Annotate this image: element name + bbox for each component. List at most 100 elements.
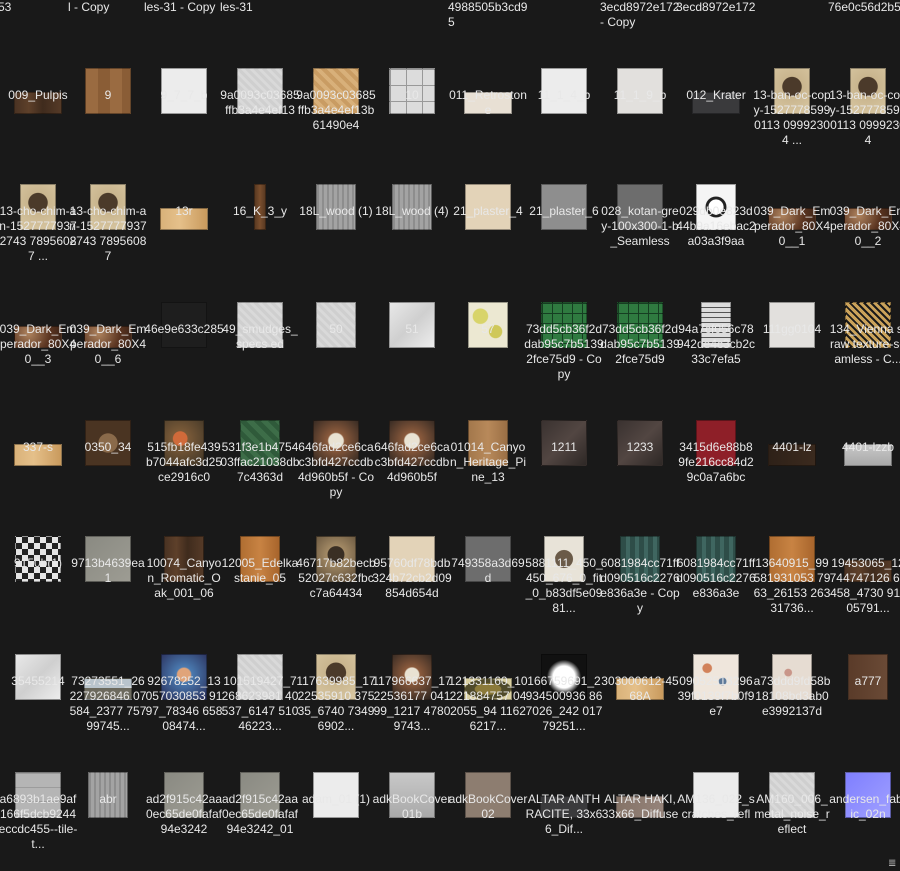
file-item[interactable]: 337-s xyxy=(0,388,76,498)
file-item[interactable]: 46e9e633c285 xyxy=(144,270,224,380)
file-item[interactable]: 73dd5cb36f2ddab95c7b51392fce75d9 xyxy=(600,270,680,380)
partial-file-label[interactable]: 53 xyxy=(0,0,78,15)
file-item[interactable]: 646fad2ce6cac3bfd427ccdb4d960b5f - Copy xyxy=(298,388,374,499)
file-item[interactable]: a6893b1ae9af166f5dcb9244eccdc455--tile-t… xyxy=(0,740,77,851)
file-item[interactable]: 51 xyxy=(374,270,450,380)
file-item[interactable]: 10074_Canyon_Romatic_Oak_001_06 xyxy=(146,504,222,614)
file-item[interactable]: 117966637_1722536177 04199_1217 47809743… xyxy=(372,622,452,733)
file-item[interactable]: 121331160_10221884757 042055_94 11626217… xyxy=(448,622,527,733)
file-item[interactable]: 646fad2ce6cac3bfd427ccdb4d960b5f xyxy=(374,388,450,498)
file-name-label: 3415d6e88b89fe216cc84d29c0a7a6bc xyxy=(678,440,754,484)
file-item[interactable]: 3415d6e88b89fe216cc84d29c0a7a6bc xyxy=(678,388,754,498)
file-item[interactable]: 46717b82becb52027c632fbcc7a64434 xyxy=(296,504,376,614)
file-item[interactable]: 117639985_1722535910 37535_6740 73496902… xyxy=(296,622,376,733)
file-item[interactable]: 9a0093c03685ffb3a4e4ef13b61490e4 xyxy=(296,36,376,146)
file-item[interactable]: 9_7_7_b xyxy=(146,36,222,146)
file-item[interactable]: 303000612-4568A xyxy=(601,622,678,732)
file-name-label: 9 xyxy=(104,88,112,102)
file-item[interactable]: 35455214 xyxy=(0,622,76,732)
file-item[interactable]: 029db0e823d44b9a16ebac2a03a3f9aa xyxy=(676,152,756,262)
file-item[interactable]: 111gg0104 xyxy=(754,270,830,380)
file-item[interactable]: 18L_wood (1) xyxy=(298,152,374,262)
file-item[interactable]: 21_plaster_4 xyxy=(450,152,526,262)
file-item[interactable]: 13-ban-oc-copy-15277785990113 09992304 xyxy=(829,36,900,147)
file-item[interactable]: 13640915_99581931053 7963_26153 26331736… xyxy=(753,504,831,615)
file-item[interactable]: 1211 xyxy=(526,388,602,498)
file-item[interactable]: 49_smudges_specs ed xyxy=(222,270,298,380)
partial-file-label[interactable]: les-31 - Copy xyxy=(144,0,224,15)
file-thumbnail-grid: 53 l - Copy les-31 - Copy les-31 4988505b3cd… xyxy=(0,0,900,871)
file-name-label: ad2f915c42aa0ec65de0fafaf94e3242_01 xyxy=(221,792,299,836)
file-item[interactable]: adam_01 (1) xyxy=(298,740,374,850)
file-item[interactable]: 57 xyxy=(450,270,526,380)
file-item[interactable]: 009_Pulpis xyxy=(0,36,76,146)
file-name-label: abr xyxy=(99,792,117,806)
file-item[interactable]: 92678252_13057030853 9197_78346 65808474… xyxy=(146,622,222,733)
file-item[interactable]: 011_Retrostone xyxy=(449,36,527,146)
file-item[interactable]: 10 xyxy=(374,36,450,146)
file-name-label: 13640915_99581931053 7963_26153 26331736… xyxy=(753,556,831,615)
file-item[interactable]: 19453065_12744747126 65458_4730 91105791… xyxy=(830,504,900,615)
file-item[interactable]: 101519427_7268623981 40537_6147 51046223… xyxy=(222,622,298,733)
file-item[interactable]: 16_K_3_y xyxy=(222,152,298,262)
file-item[interactable]: 028_kotan-grey-100x300-1-b_Seamless xyxy=(601,152,679,262)
file-item[interactable]: ad2f915c42aa0ec65de0fafaf94e3242 xyxy=(146,740,222,850)
file-item[interactable]: AM136_022_scratches_refl xyxy=(677,740,755,850)
file-item[interactable]: 01014_Canyon_Heritage_Pine_13 xyxy=(450,388,526,498)
file-item[interactable]: 531f3e1b475403ffac21038db7c4363d xyxy=(220,388,300,498)
file-item[interactable]: 1233 xyxy=(602,388,678,498)
file-item[interactable]: 039_Dark_Emperador_80X40__6 xyxy=(70,270,147,380)
partial-file-label[interactable]: l - Copy xyxy=(68,0,148,15)
file-item[interactable]: 95760df78bdb324b72cb2d09854d654d xyxy=(372,504,452,614)
file-item[interactable]: 13r xyxy=(146,152,222,262)
file-item[interactable]: 11_1_4_b xyxy=(526,36,602,146)
file-item[interactable]: ALTAR HAKI, 33x66_Diffuse xyxy=(602,740,679,850)
file-item[interactable]: adkBookCover02 xyxy=(449,740,527,850)
file-item[interactable]: 73273551_26227926846 07584_2377 75799745… xyxy=(70,622,147,733)
file-item[interactable]: AM160_006_metal_noise_reflect xyxy=(754,740,830,850)
file-item[interactable]: a777 xyxy=(830,622,900,732)
partial-file-label[interactable]: 76e0c56d2b53 xyxy=(828,0,900,15)
file-item[interactable]: 11_1_9_b xyxy=(602,36,678,146)
file-item[interactable]: 13-ban-oc-copy-15277785990113 09992304 .… xyxy=(753,36,831,147)
file-item[interactable]: 012_Krater xyxy=(678,36,754,146)
file-item[interactable]: 18L_wood (4) xyxy=(374,152,450,262)
file-item[interactable]: 73dd5cb36f2ddab95c7b51392fce75d9 - Copy xyxy=(524,270,604,381)
file-item[interactable]: andersen_fabric_02n xyxy=(829,740,900,850)
file-item[interactable]: 9150b(1) xyxy=(0,504,76,614)
file-item[interactable]: 749358a3d69d xyxy=(450,504,526,614)
file-item[interactable]: 039_Dark_Emperador_80X40__1 xyxy=(754,152,831,262)
file-item[interactable]: 5881111_450_450_676_0_fit_0_b83df5e0981.… xyxy=(525,504,603,615)
file-item[interactable]: 4401-lz xyxy=(754,388,830,498)
file-item[interactable]: 94a7cf056c78942de4c3cb2c33c7efa5 xyxy=(677,270,755,380)
file-item[interactable]: ALTAR ANTHRACITE, 33x66_Dif... xyxy=(526,740,603,850)
file-item[interactable]: 166759691_2934500936 867026_242 01779251… xyxy=(526,622,602,733)
file-item[interactable]: 0350_34 xyxy=(70,388,146,498)
file-item[interactable]: 9713b4639ea1 xyxy=(70,504,146,614)
file-item[interactable]: abr xyxy=(70,740,146,850)
file-item[interactable]: 21_plaster_6 xyxy=(526,152,602,262)
file-name-label: 039_Dark_Emperador_80X40__2 xyxy=(829,204,900,248)
file-item[interactable]: 9 xyxy=(70,36,146,146)
file-item[interactable]: 0905251829639f0139f7b0f9e7 xyxy=(678,622,754,732)
partial-file-label[interactable]: 3ecd8972e172 xyxy=(676,0,756,15)
file-item[interactable]: 039_Dark_Emperador_80X40__2 xyxy=(830,152,900,262)
file-item[interactable]: 9a0093c03685ffb3a4e4ef13 xyxy=(220,36,300,146)
file-item[interactable]: 039_Dark_Emperador_80X40__3 xyxy=(0,270,76,380)
file-item[interactable]: adkBookCover01b xyxy=(373,740,451,850)
partial-file-label[interactable]: 3ecd8972e172 - Copy xyxy=(600,0,680,30)
partial-file-label[interactable]: les-31 xyxy=(220,0,300,15)
file-item[interactable]: 4401-lzzb xyxy=(830,388,900,498)
file-item[interactable]: 6081984cc71ffd090516c2276e836a3e - Copy xyxy=(600,504,680,615)
file-item[interactable]: 13-cho-chim-an-15277779372743 78956087 .… xyxy=(0,152,77,263)
file-item[interactable]: ad2f915c42aa0ec65de0fafaf94e3242_01 xyxy=(222,740,298,850)
file-item[interactable]: 134_Vienna straw texture-seamless - C... xyxy=(830,270,900,380)
resize-grip-icon[interactable]: ≣ xyxy=(888,859,898,869)
partial-file-label[interactable]: 4988505b3cd95 xyxy=(448,0,528,30)
file-item[interactable]: 50 xyxy=(298,270,374,380)
file-item[interactable]: a73ddd9fd58b18108bd3ab0e3992137d xyxy=(754,622,830,732)
file-item[interactable]: 13-cho-chim-an-15277779372743 78956087 xyxy=(69,152,147,263)
file-item[interactable]: 515fb18fe439b7044afc3d25ce2916c0 xyxy=(146,388,222,498)
file-item[interactable]: 6081984cc71ffd090516c2276e836a3e xyxy=(676,504,756,614)
file-item[interactable]: 12005_Edelkastanie_05 xyxy=(222,504,298,614)
